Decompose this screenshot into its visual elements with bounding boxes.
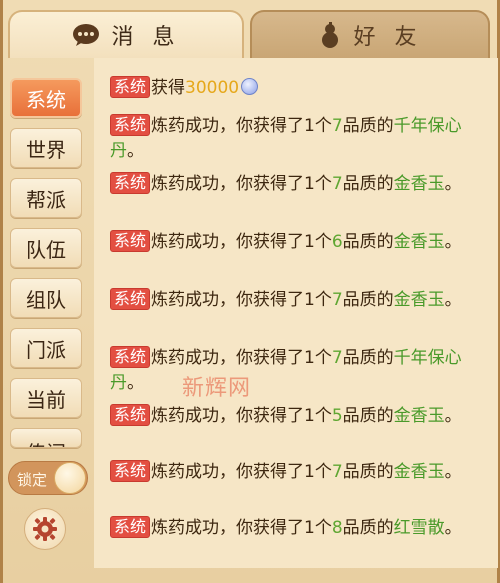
tab-messages[interactable]: 消 息 xyxy=(8,10,244,58)
chat-message: 系统 炼药成功，你获得了1个7品质的金香玉。 xyxy=(110,460,470,485)
sidebar-item-current[interactable]: 当前 xyxy=(10,378,82,418)
sidebar-item-team[interactable]: 队伍 xyxy=(10,228,82,268)
system-tag: 系统 xyxy=(110,172,151,194)
system-tag: 系统 xyxy=(110,76,151,98)
lock-label: 锁定 xyxy=(17,471,48,489)
item-name: 金香玉 xyxy=(393,406,445,426)
toggle-knob xyxy=(54,462,86,494)
lock-toggle[interactable]: 锁定 xyxy=(8,461,88,495)
settings-button[interactable] xyxy=(24,508,66,550)
tab-friends-label: 好 友 xyxy=(353,25,423,50)
chat-message: 系统 炼药成功，你获得了1个8品质的红雪散。 xyxy=(110,516,470,541)
sidebar-item-label: 门派 xyxy=(26,337,66,362)
sidebar-item-guild[interactable]: 帮派 xyxy=(10,178,82,218)
item-name: 金香玉 xyxy=(393,174,445,194)
gourd-icon xyxy=(318,22,342,48)
sidebar-item-label: 传闻 xyxy=(26,437,66,447)
chat-message: 系统 获得30000 xyxy=(110,76,470,101)
item-name: 金香玉 xyxy=(393,232,445,252)
system-tag: 系统 xyxy=(110,288,151,310)
chat-message: 系统 炼药成功，你获得了1个7品质的千年保心丹。 xyxy=(110,346,462,393)
item-name: 红雪散 xyxy=(393,518,445,538)
chat-message: 系统 炼药成功，你获得了1个5品质的金香玉。 xyxy=(110,404,470,429)
silver-amount: 30000 xyxy=(185,78,240,98)
system-tag: 系统 xyxy=(110,114,151,136)
silver-coin-icon xyxy=(241,78,259,95)
system-tag: 系统 xyxy=(110,404,151,426)
sidebar-item-sect[interactable]: 门派 xyxy=(10,328,82,368)
sidebar-item-label: 当前 xyxy=(26,387,66,412)
sidebar-item-world[interactable]: 世界 xyxy=(10,128,82,168)
watermark: 新辉网 xyxy=(182,376,252,401)
chat-message: 系统 炼药成功，你获得了1个6品质的金香玉。 xyxy=(110,230,470,255)
chat-message: 系统 炼药成功，你获得了1个7品质的千年保心丹。 xyxy=(110,114,462,161)
item-name: 金香玉 xyxy=(393,290,445,310)
sidebar-item-label: 世界 xyxy=(26,137,66,162)
item-name: 金香玉 xyxy=(393,462,445,482)
chat-message: 系统 炼药成功，你获得了1个7品质的金香玉。 xyxy=(110,288,470,313)
system-tag: 系统 xyxy=(110,460,151,482)
system-tag: 系统 xyxy=(110,346,151,368)
sidebar-item-label: 帮派 xyxy=(26,187,66,212)
sidebar-item-label: 系统 xyxy=(26,87,66,112)
system-tag: 系统 xyxy=(110,516,151,538)
gear-icon xyxy=(32,516,58,542)
chat-message: 系统 炼药成功，你获得了1个7品质的金香玉。 xyxy=(110,172,470,197)
sidebar-item-team-up[interactable]: 组队 xyxy=(10,278,82,318)
sidebar-item-label: 队伍 xyxy=(26,237,66,262)
tab-friends[interactable]: 好 友 xyxy=(250,10,490,58)
sidebar-item-system[interactable]: 系统 xyxy=(10,78,82,118)
sidebar-item-label: 组队 xyxy=(26,287,66,312)
sidebar-item-rumors[interactable]: 传闻 xyxy=(10,428,82,448)
system-tag: 系统 xyxy=(110,230,151,252)
chat-bubble-icon xyxy=(72,23,100,47)
tab-messages-label: 消 息 xyxy=(111,25,181,50)
